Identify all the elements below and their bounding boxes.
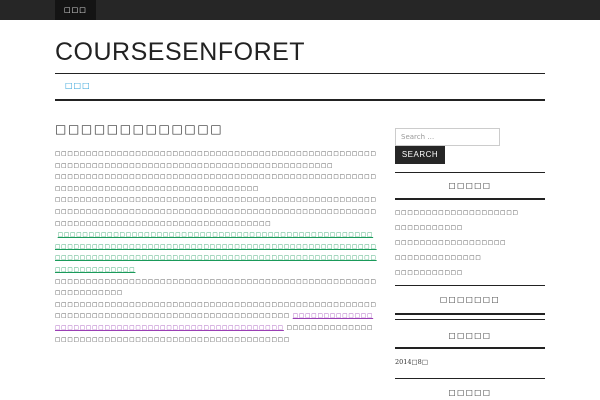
widget-title-categories: □□□□□ — [448, 388, 492, 397]
paragraph-with-link: □□□□□□□□□□□□□□□□□□□□□□□□□□□□□□□□□□□□□□□□… — [55, 300, 377, 346]
archive-link[interactable]: 2014□8□ — [395, 358, 428, 366]
top-menu-item[interactable]: □□□ — [55, 0, 96, 20]
widget-divider — [395, 285, 545, 286]
post-title: □□□□□□□□□□□□□ — [55, 122, 224, 136]
paragraph-with-link: □□□□□□□□□□□□□□□□□□□□□□□□□□□□□□□□□□□□□□□□… — [55, 230, 377, 276]
paragraph: □□□□□□□□□□□□□□□□□□□□□□□□□□□□□□□□□□□□□□□□… — [55, 174, 377, 192]
search-input[interactable] — [395, 128, 500, 146]
content-link[interactable]: □□□□□□□□□□□□□□□□□□□□□□□□□□□□□□□□□□□□□□□□… — [55, 232, 377, 273]
recent-posts-list: □□□□□□□□□□□□□□□□□□□□ □□□□□□□□□□□ □□□□□□□… — [395, 206, 545, 281]
paragraph: □□□□□□□□□□□□□□□□□□□□□□□□□□□□□□□□□□□□□□□□… — [55, 197, 377, 227]
paragraph: □□□□□□□□□□□□□□□□□□□□□□□□□□□□□□□□□□□□□□□□… — [55, 151, 377, 169]
nav-divider-top — [55, 73, 545, 74]
list-item[interactable]: □□□□□□□□□□□□□□□□□□□□ — [395, 206, 545, 221]
widget-title-comments: □□□□□□□ — [439, 295, 501, 304]
post-content: □□□□□□□□□□□□□□□□□□□□□□□□□□□□□□□□□□□□□□□□… — [55, 149, 377, 346]
site-title[interactable]: COURSESENFORET — [55, 38, 305, 67]
search-button[interactable]: SEARCH — [395, 146, 445, 164]
widget-title-archives: □□□□□ — [448, 331, 492, 340]
nav-item-home[interactable]: □□□ — [65, 78, 91, 94]
widget-divider — [395, 347, 545, 349]
paragraph: □□□□□□□□□□□□□□□□□□□□□□□□□□□□□□□□□□□□□□□□… — [55, 278, 377, 297]
widget-divider — [395, 313, 545, 315]
nav-divider-bottom — [55, 99, 545, 101]
widget-divider — [395, 172, 545, 173]
list-item[interactable]: □□□□□□□□□□□ — [395, 266, 545, 281]
list-item[interactable]: □□□□□□□□□□□□□□ — [395, 251, 545, 266]
widget-divider — [395, 319, 545, 320]
list-item[interactable]: □□□□□□□□□□□□□□□□□□ — [395, 236, 545, 251]
widget-divider — [395, 378, 545, 379]
list-item[interactable]: □□□□□□□□□□□ — [395, 221, 545, 236]
widget-title-recent-posts: □□□□□ — [448, 181, 492, 190]
widget-divider — [395, 198, 545, 200]
top-bar: □□□ — [0, 0, 600, 20]
